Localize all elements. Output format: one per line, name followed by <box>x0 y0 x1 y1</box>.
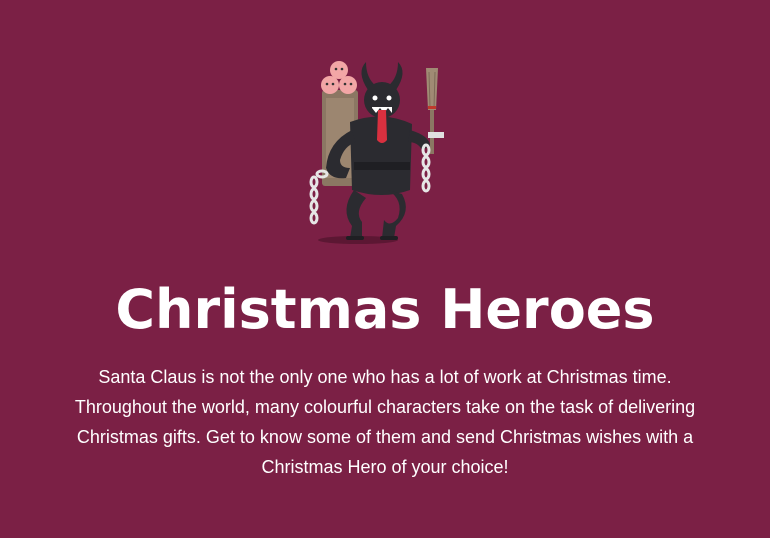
krampus-illustration-icon <box>290 50 480 250</box>
page-title: Christmas Heroes <box>115 278 655 341</box>
hero-section: Christmas Heroes Santa Claus is not the … <box>0 0 770 538</box>
intro-paragraph: Santa Claus is not the only one who has … <box>74 367 696 477</box>
